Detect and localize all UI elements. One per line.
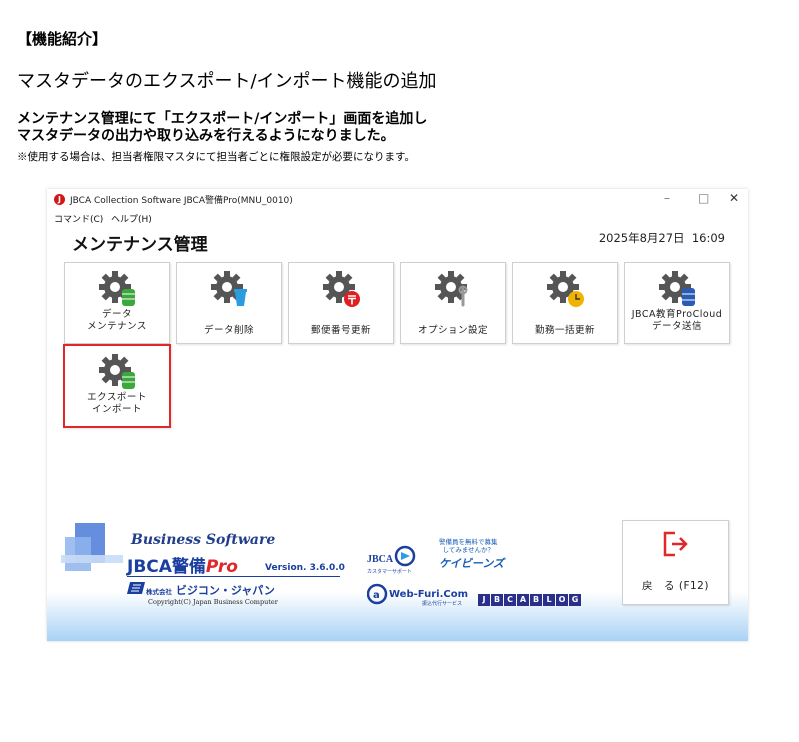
gear-postal-icon xyxy=(323,271,360,307)
close-button[interactable]: ✕ xyxy=(729,191,739,205)
company-main: ビジコン・ジャパン xyxy=(175,584,275,597)
product-underline xyxy=(127,576,340,577)
maximize-button[interactable]: □ xyxy=(698,191,709,205)
tile-option-settings[interactable]: オプション設定 xyxy=(400,262,506,344)
back-button[interactable]: 戻 る (F12) xyxy=(622,520,729,605)
doc-lead-line2: マスタデータの出力や取り込みを行えるようになりました。 xyxy=(17,128,395,144)
keibi-tagline1: 警備員を無料で募集 xyxy=(439,538,498,546)
tile-line2: 郵便番号更新 xyxy=(310,325,371,336)
tile-line2: データ削除 xyxy=(203,325,254,336)
gear-database-icon xyxy=(99,271,135,306)
blog-letter: L xyxy=(543,594,555,606)
gear-trash-icon xyxy=(211,271,247,306)
gear-clock-icon xyxy=(547,271,584,307)
keibeans-logo[interactable]: ケイビーンズ xyxy=(439,555,504,571)
gear-database-icon xyxy=(99,354,135,389)
blog-letter: J xyxy=(478,594,490,606)
datetime: 2025年8月27日 16:09 xyxy=(599,230,725,246)
webfuri-text: Web-Furi.Com xyxy=(389,589,468,600)
tile-line1: JBCA教育ProCloud xyxy=(631,309,723,320)
blog-letter: B xyxy=(530,594,542,606)
app-window: J JBCA Collection Software JBCA警備Pro(MNU… xyxy=(47,189,748,641)
jbca-blog-logo[interactable]: JBCABLOG xyxy=(478,587,582,606)
business-software-logo-icon xyxy=(61,523,123,571)
tile-line2: オプション設定 xyxy=(417,325,488,336)
keibi-tagline2: してみませんか？ xyxy=(442,546,495,554)
company-prefix: 株式会社 xyxy=(146,588,172,596)
keibi-tagline: 警備員を無料で募集 してみませんか？ xyxy=(439,538,498,554)
doc-title: マスタデータのエクスポート/インポート機能の追加 xyxy=(17,71,437,92)
tile-export-import[interactable]: エクスポート インポート xyxy=(63,344,171,428)
current-date: 2025年8月27日 xyxy=(598,231,685,245)
doc-lead-line1: メンテナンス管理にて「エクスポート/インポート」画面を追加し xyxy=(17,111,428,127)
page-title: メンテナンス管理 xyxy=(72,235,208,255)
blog-letter: A xyxy=(517,594,529,606)
gear-cloud-db-icon xyxy=(659,271,695,306)
product-name: JBCA警備Pro xyxy=(127,552,238,577)
gear-wrench-icon xyxy=(435,271,468,307)
current-time: 16:09 xyxy=(691,231,725,245)
menu-command[interactable]: コマンド(C) xyxy=(54,212,103,225)
svg-text:a: a xyxy=(373,590,380,601)
doc-heading: 【機能紹介】 xyxy=(17,30,108,48)
blog-letter: O xyxy=(556,594,568,606)
doc-lead: メンテナンス管理にて「エクスポート/インポート」画面を追加し マスタデータの出力… xyxy=(17,111,427,145)
exit-icon xyxy=(663,531,688,557)
business-software-text: Business Software xyxy=(131,532,276,548)
bijikon-logo-icon xyxy=(127,582,145,594)
blog-letter: B xyxy=(491,594,503,606)
tile-line2: メンテナンス xyxy=(87,321,147,332)
menu-bar: コマンド(C) ヘルプ(H) xyxy=(47,211,748,226)
menu-help[interactable]: ヘルプ(H) xyxy=(111,212,152,225)
tile-postal-update[interactable]: 郵便番号更新 xyxy=(288,262,394,344)
copyright: Copyright(C) Japan Business Computer xyxy=(148,598,278,606)
tile-line2: データ送信 xyxy=(651,321,702,332)
tile-line1: エクスポート xyxy=(87,392,147,403)
tile-line2: 勤務一括更新 xyxy=(534,325,595,336)
webfuri-sub-text: 振込代行サービス xyxy=(422,600,462,607)
support-sub-text: カスタマーサポート xyxy=(367,568,412,575)
title-bar[interactable]: J JBCA Collection Software JBCA警備Pro(MNU… xyxy=(47,189,748,211)
tile-data-delete[interactable]: データ削除 xyxy=(176,262,282,344)
back-button-label: 戻 る (F12) xyxy=(642,580,709,592)
app-logo-icon: J xyxy=(54,194,65,205)
product-name-pro: Pro xyxy=(205,557,238,577)
tile-line2: インポート xyxy=(91,404,142,415)
version-label: Version. 3.6.0.0 xyxy=(265,563,345,573)
tile-line1: データ xyxy=(101,309,132,320)
blog-letter: C xyxy=(504,594,516,606)
product-name-main: JBCA警備 xyxy=(127,557,206,577)
jbca-support-logo[interactable]: JBCA カスタマーサポート xyxy=(365,542,423,576)
support-text: JBCA xyxy=(367,554,394,565)
blog-letter: G xyxy=(569,594,581,606)
company-name: 株式会社 ビジコン・ジャパン xyxy=(146,582,275,598)
doc-note: ※使用する場合は、担当者権限マスタにて担当者ごとに権限設定が必要になります。 xyxy=(17,151,415,163)
tile-data-maintenance[interactable]: データ メンテナンス xyxy=(64,262,170,344)
tile-procloud-send[interactable]: JBCA教育ProCloud データ送信 xyxy=(624,262,730,344)
minimize-button[interactable]: – xyxy=(664,191,670,205)
window-title: JBCA Collection Software JBCA警備Pro(MNU_0… xyxy=(70,196,293,206)
tile-work-bulk-update[interactable]: 勤務一括更新 xyxy=(512,262,618,344)
